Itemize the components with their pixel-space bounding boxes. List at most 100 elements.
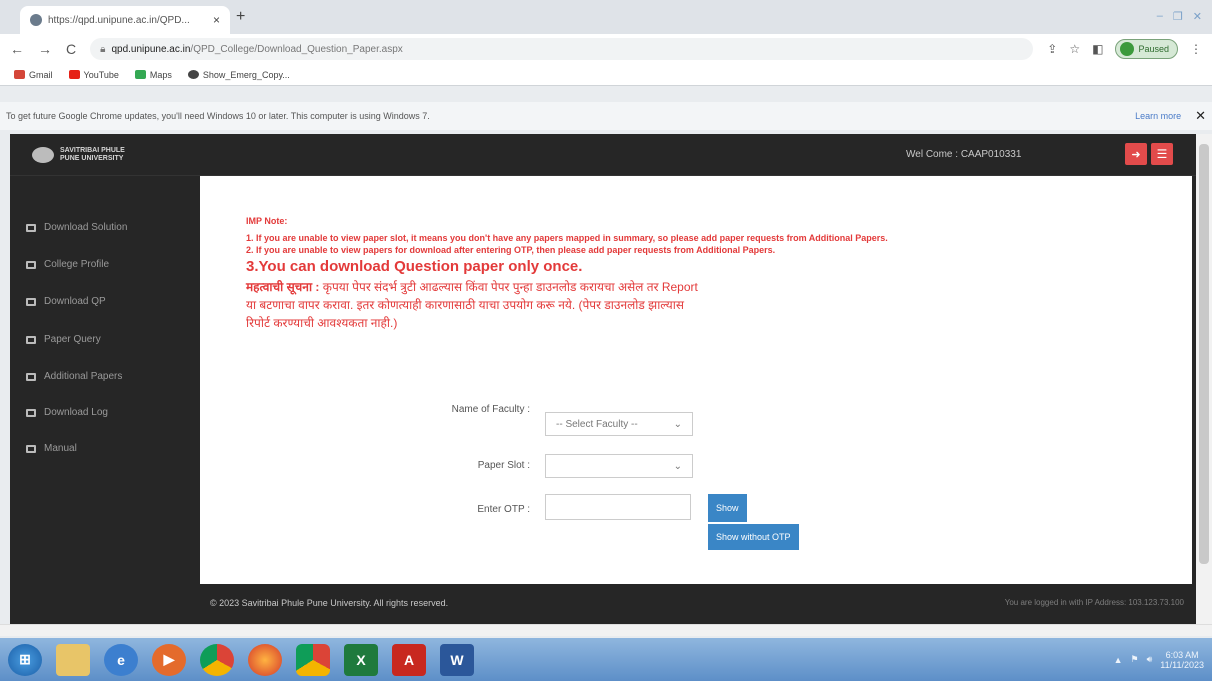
note-line-1: 1. If you are unable to view paper slot,… xyxy=(246,233,888,243)
paper-slot-label: Paper Slot : xyxy=(477,460,530,471)
avatar xyxy=(1120,42,1135,56)
maximize-button[interactable]: ❐ xyxy=(1173,10,1183,23)
forward-arrow-icon[interactable]: → xyxy=(38,41,52,57)
horizontal-scrollbar[interactable] xyxy=(0,624,1212,636)
firefox-icon[interactable] xyxy=(248,643,282,676)
university-logo[interactable]: SAVITRIBAI PHULE PUNE UNIVERSITY xyxy=(32,147,130,163)
sidebar-item-download-log[interactable]: Download Log xyxy=(26,407,108,418)
learn-more-link[interactable]: Learn more xyxy=(1135,111,1181,121)
sidebar-item-download-solution[interactable]: Download Solution xyxy=(26,222,127,233)
bookmarks-bar: Gmail YouTube Maps Show_Emerg_Copy... xyxy=(0,64,1212,86)
logout-button[interactable]: ➜ xyxy=(1125,143,1147,165)
window-controls: – ❐ ✕ xyxy=(1157,10,1202,23)
excel-icon[interactable]: X xyxy=(344,643,378,676)
otp-input[interactable] xyxy=(545,494,691,520)
sidebar-item-additional-papers[interactable]: Additional Papers xyxy=(26,371,122,382)
chevron-down-icon: ⌄ xyxy=(673,418,682,430)
infobar-close-icon[interactable]: ✕ xyxy=(1195,108,1206,124)
profile-button[interactable]: Paused xyxy=(1115,39,1178,59)
bookmark-gmail[interactable]: Gmail xyxy=(14,70,53,80)
share-icon[interactable]: ⇪ xyxy=(1047,42,1057,56)
address-path: /QPD_College/Download_Question_Paper.asp… xyxy=(190,43,403,55)
windows-logo-icon: ⊞ xyxy=(19,651,31,667)
back-arrow-icon[interactable]: ← xyxy=(10,41,24,57)
site-header: SAVITRIBAI PHULE PUNE UNIVERSITY Wel Com… xyxy=(10,134,1196,176)
start-button[interactable]: ⊞ xyxy=(8,643,42,676)
hamburger-icon: ☰ xyxy=(1156,147,1168,161)
note-heading: IMP Note: xyxy=(246,216,288,226)
sidebar-item-download-qp[interactable]: Download QP xyxy=(26,296,106,307)
lock-icon: 🔒︎ xyxy=(100,43,106,55)
reload-icon[interactable]: C xyxy=(66,41,76,57)
sidebar-item-manual[interactable]: Manual xyxy=(26,443,77,454)
note-line-2: 2. If you are unable to view papers for … xyxy=(246,245,776,255)
word-icon[interactable]: W xyxy=(440,643,474,676)
otp-label: Enter OTP : xyxy=(477,504,530,515)
internet-explorer-icon[interactable]: e xyxy=(104,643,138,676)
browser-tab[interactable]: https://qpd.unipune.ac.in/QPD... × xyxy=(20,6,230,34)
update-infobar: To get future Google Chrome updates, you… xyxy=(0,102,1212,130)
grid-icon xyxy=(26,372,36,381)
chevron-down-icon: ⌄ xyxy=(673,460,682,472)
globe-icon xyxy=(187,70,199,79)
tab-close-icon[interactable]: × xyxy=(213,13,220,27)
paper-slot-select[interactable]: ⌄ xyxy=(545,454,693,478)
main-content: IMP Note: 1. If you are unable to view p… xyxy=(200,176,1192,584)
chrome-active-icon[interactable] xyxy=(296,643,330,676)
scrollbar-thumb[interactable] xyxy=(1199,144,1209,564)
important-note: IMP Note: 1. If you are unable to view p… xyxy=(246,216,1146,332)
flag-icon[interactable]: ⚑ xyxy=(1131,654,1139,665)
grid-icon xyxy=(26,223,36,232)
grid-icon xyxy=(26,444,36,453)
sidebar-item-paper-query[interactable]: Paper Query xyxy=(26,334,101,345)
address-bar[interactable]: 🔒︎ qpd.unipune.ac.in/QPD_College/Downloa… xyxy=(90,38,1034,60)
ip-address-text: You are logged in with IP Address: 103.1… xyxy=(1004,598,1184,607)
show-button[interactable]: Show xyxy=(708,494,747,522)
grid-icon xyxy=(26,408,36,417)
media-player-icon[interactable]: ▶ xyxy=(152,643,186,676)
site-favicon-icon xyxy=(30,14,42,26)
clock-date: 11/11/2023 xyxy=(1160,659,1204,670)
tab-title: https://qpd.unipune.ac.in/QPD... xyxy=(48,14,190,26)
bookmark-youtube[interactable]: YouTube xyxy=(68,70,119,80)
faculty-label: Name of Faculty : xyxy=(451,404,530,415)
youtube-icon xyxy=(68,70,80,79)
logout-icon: ➜ xyxy=(1131,148,1141,161)
university-name: SAVITRIBAI PHULE PUNE UNIVERSITY xyxy=(60,147,125,162)
network-icon[interactable]: ▲ xyxy=(1114,655,1123,665)
system-tray: ▲ ⚑ 🔊︎ 6:03 AM 11/11/2023 xyxy=(1114,650,1204,670)
browser-toolbar: ← → C 🔒︎ qpd.unipune.ac.in/QPD_College/D… xyxy=(0,34,1212,64)
gmail-icon xyxy=(14,70,25,79)
bookmark-star-icon[interactable]: ☆ xyxy=(1069,42,1080,56)
clock-time: 6:03 AM xyxy=(1165,649,1199,660)
browser-tab-strip: https://qpd.unipune.ac.in/QPD... × + – ❐… xyxy=(0,0,1212,34)
kebab-menu-icon[interactable]: ⋮ xyxy=(1190,42,1202,56)
menu-button[interactable]: ☰ xyxy=(1151,143,1173,165)
grid-icon xyxy=(26,260,36,269)
pdf-reader-icon[interactable]: A xyxy=(392,643,426,676)
note-line-3: 3.You can download Question paper only o… xyxy=(246,258,583,275)
sidebar-item-college-profile[interactable]: College Profile xyxy=(26,259,109,270)
faculty-select[interactable]: -- Select Faculty -- ⌄ xyxy=(545,412,693,436)
bookmark-show-emerg[interactable]: Show_Emerg_Copy... xyxy=(187,70,290,80)
new-tab-button[interactable]: + xyxy=(236,8,245,26)
profile-status: Paused xyxy=(1138,44,1169,54)
minimize-button[interactable]: – xyxy=(1157,10,1163,23)
file-explorer-icon[interactable] xyxy=(56,643,90,676)
university-seal-icon xyxy=(32,147,54,163)
infobar-message: To get future Google Chrome updates, you… xyxy=(6,111,430,121)
bookmark-maps[interactable]: Maps xyxy=(134,70,172,80)
vertical-scrollbar[interactable] xyxy=(1196,134,1212,624)
site-footer: © 2023 Savitribai Phule Pune University.… xyxy=(10,584,1196,624)
window-close-button[interactable]: ✕ xyxy=(1193,10,1202,23)
welcome-text: Wel Come : CAAP010331 xyxy=(906,149,1022,160)
sidepanel-icon[interactable]: ◧ xyxy=(1092,42,1103,56)
volume-icon[interactable]: 🔊︎ xyxy=(1147,654,1153,665)
system-clock[interactable]: 6:03 AM 11/11/2023 xyxy=(1160,650,1204,670)
chrome-icon[interactable] xyxy=(200,643,234,676)
marathi-note: महत्वाची सूचना : कृपया पेपर संदर्भ त्रुट… xyxy=(246,278,706,332)
web-page: SAVITRIBAI PHULE PUNE UNIVERSITY Wel Com… xyxy=(10,134,1196,624)
show-without-otp-button[interactable]: Show without OTP xyxy=(708,524,799,550)
grid-icon xyxy=(26,335,36,344)
maps-icon xyxy=(134,70,146,79)
